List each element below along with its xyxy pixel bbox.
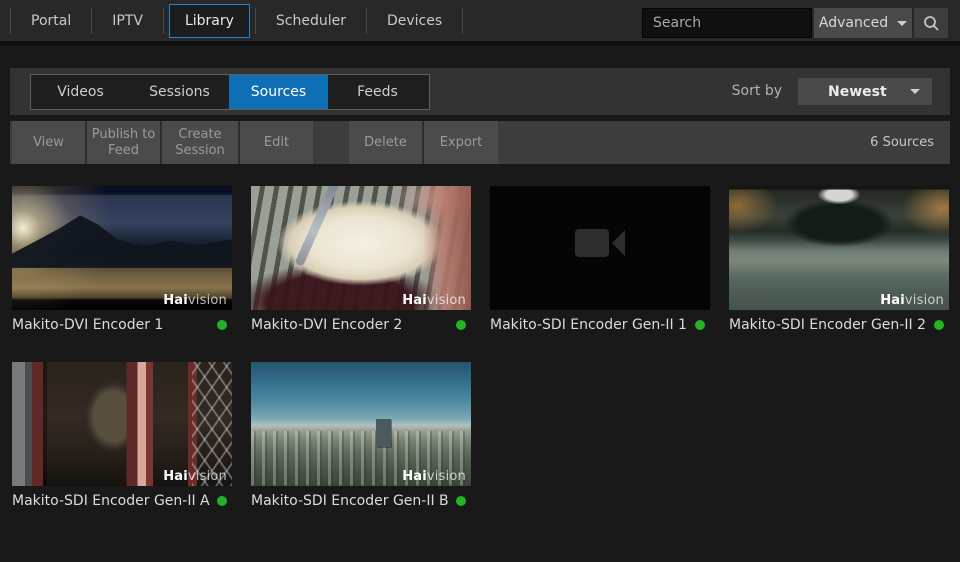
create-session-button[interactable]: Create Session	[162, 121, 238, 164]
source-name: Makito-SDI Encoder Gen-II 1	[490, 317, 687, 333]
source-meta: Makito-SDI Encoder Gen-II B	[251, 493, 471, 509]
thumbnail-aerial-city-view[interactable]: Haivision	[251, 362, 471, 486]
sort-dropdown[interactable]: Newest	[798, 78, 932, 105]
tall-building-shape	[376, 419, 391, 447]
source-card[interactable]: Haivision Makito-SDI Encoder Gen-II A	[12, 362, 232, 509]
toolbar-group-right: Delete Export	[349, 121, 498, 164]
search-button[interactable]	[914, 8, 948, 38]
source-name: Makito-DVI Encoder 1	[12, 317, 163, 333]
video-camera-icon	[575, 229, 625, 257]
source-name: Makito-SDI Encoder Gen-II A	[12, 493, 210, 509]
advanced-label: Advanced	[819, 15, 888, 31]
haivision-watermark: Haivision	[163, 293, 227, 308]
source-name: Makito-SDI Encoder Gen-II B	[251, 493, 449, 509]
advanced-search-dropdown[interactable]: Advanced	[814, 8, 912, 38]
status-online-dot	[456, 496, 466, 506]
tab-feeds[interactable]: Feeds	[328, 75, 427, 109]
source-card[interactable]: Haivision Makito-SDI Encoder Gen-II 2	[729, 186, 949, 333]
sort-selected-value: Newest	[828, 84, 887, 100]
source-meta: Makito-DVI Encoder 2	[251, 317, 471, 333]
source-name: Makito-DVI Encoder 2	[251, 317, 402, 333]
source-meta: Makito-SDI Encoder Gen-II 1	[490, 317, 710, 333]
thumbnail-no-signal[interactable]	[490, 186, 710, 310]
status-online-dot	[217, 320, 227, 330]
search-group: Advanced	[642, 8, 948, 38]
sort-by-label: Sort by	[732, 83, 782, 99]
thumbnail-mountain-dusk-landscape[interactable]: Haivision	[12, 186, 232, 310]
haivision-watermark: Haivision	[880, 293, 944, 308]
status-online-dot	[217, 496, 227, 506]
source-card[interactable]: Makito-SDI Encoder Gen-II 1	[490, 186, 710, 333]
export-button[interactable]: Export	[424, 121, 498, 164]
thumbnail-man-driving-vintage-car[interactable]: Haivision	[729, 186, 949, 310]
source-meta: Makito-SDI Encoder Gen-II 2	[729, 317, 949, 333]
source-card[interactable]: Haivision Makito-SDI Encoder Gen-II B	[251, 362, 471, 509]
chevron-down-icon	[897, 21, 907, 26]
publish-to-feed-button[interactable]: Publish to Feed	[87, 121, 160, 164]
thumbnail-man-through-shop-door[interactable]: Haivision	[12, 362, 232, 486]
source-card[interactable]: Haivision Makito-DVI Encoder 1	[12, 186, 232, 333]
view-button[interactable]: View	[12, 121, 85, 164]
top-navigation-bar: Portal IPTV Library Scheduler Devices Ad…	[0, 0, 960, 46]
library-tabs-bar: Videos Sessions Sources Feeds Sort by Ne…	[10, 68, 950, 115]
nav-item-library[interactable]: Library	[169, 4, 250, 38]
source-name: Makito-SDI Encoder Gen-II 2	[729, 317, 926, 333]
spoon-shape	[294, 186, 340, 267]
mountain-silhouette	[12, 211, 232, 268]
library-tabstrip: Videos Sessions Sources Feeds	[30, 74, 430, 110]
nav-item-scheduler[interactable]: Scheduler	[256, 0, 366, 41]
nav-item-devices[interactable]: Devices	[367, 0, 462, 41]
main-nav: Portal IPTV Library Scheduler Devices	[0, 0, 463, 41]
nav-item-iptv[interactable]: IPTV	[92, 0, 163, 41]
nav-divider	[163, 8, 164, 34]
nav-item-portal[interactable]: Portal	[11, 0, 91, 41]
tab-videos[interactable]: Videos	[31, 75, 130, 109]
delete-button[interactable]: Delete	[349, 121, 422, 164]
toolbar-group-left: View Publish to Feed Create Session Edit	[12, 121, 313, 164]
chevron-down-icon	[910, 89, 920, 94]
haivision-watermark: Haivision	[402, 293, 466, 308]
status-online-dot	[934, 320, 944, 330]
status-online-dot	[695, 320, 705, 330]
haivision-watermark: Haivision	[163, 469, 227, 484]
source-meta: Makito-SDI Encoder Gen-II A	[12, 493, 232, 509]
sources-count: 6 Sources	[870, 135, 950, 150]
source-meta: Makito-DVI Encoder 1	[12, 317, 232, 333]
search-icon	[923, 15, 940, 32]
status-online-dot	[456, 320, 466, 330]
thumbnail-hand-stirring-cream-cup[interactable]: Haivision	[251, 186, 471, 310]
toolbar-spacer	[313, 121, 347, 164]
nav-divider	[462, 8, 463, 34]
haivision-watermark: Haivision	[402, 469, 466, 484]
sources-toolbar: View Publish to Feed Create Session Edit…	[10, 121, 950, 164]
edit-button[interactable]: Edit	[240, 121, 313, 164]
tab-sources[interactable]: Sources	[229, 75, 328, 109]
source-card[interactable]: Haivision Makito-DVI Encoder 2	[251, 186, 471, 333]
tab-sessions[interactable]: Sessions	[130, 75, 229, 109]
search-input[interactable]	[642, 8, 812, 38]
